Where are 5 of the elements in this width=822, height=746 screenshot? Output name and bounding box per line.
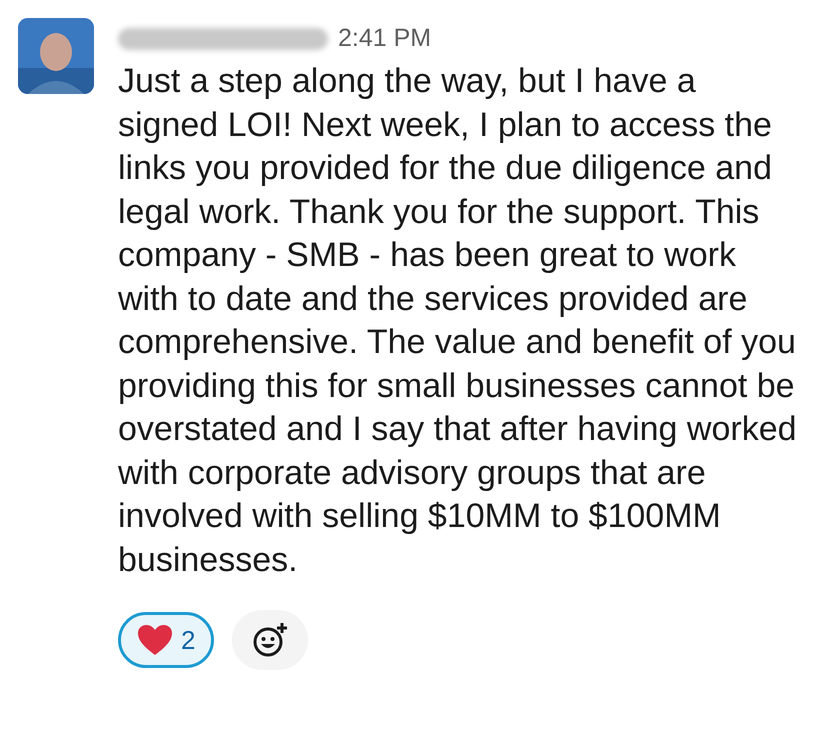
timestamp[interactable]: 2:41 PM bbox=[338, 20, 432, 58]
add-emoji-icon bbox=[251, 622, 290, 658]
heart-reaction[interactable]: 2 bbox=[118, 612, 214, 668]
message-text: Just a step along the way, but I have a signed LOI! Next week, I plan to access the links you provided for the due diligence and legal work. Thank you for the support. This company - SMB - has been great to work with to date and the services provided are comprehensive. The value and benefit of you providing this for small businesses cannot be overstated and I say that after having worked with corporate advisory groups that are involved with selling $10MM to $100MM businesses. bbox=[118, 61, 798, 580]
heart-icon bbox=[137, 624, 173, 656]
